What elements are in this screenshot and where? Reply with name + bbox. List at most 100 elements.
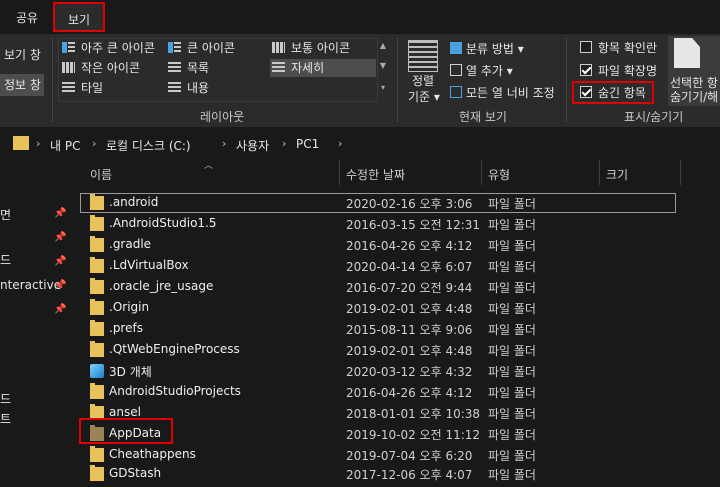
sort-by-label-1[interactable]: 정렬 <box>412 72 434 89</box>
column-separator[interactable] <box>339 160 340 185</box>
chevron-right-icon: › <box>36 137 41 150</box>
item-checkboxes-checkbox[interactable] <box>580 41 592 53</box>
address-folder-icon <box>13 136 29 150</box>
fit-columns-button[interactable]: 모든 열 너비 조정 <box>450 84 555 101</box>
file-extensions-label: 파일 확장명 <box>598 64 658 78</box>
file-row-ldvirtualbox[interactable]: .LdVirtualBox 2020-04-14 오후 6:07 파일 폴더 <box>80 256 678 277</box>
nav-item-interactive[interactable]: nteractive <box>0 278 61 292</box>
folder-icon <box>90 465 104 481</box>
gallery-scroll-up-icon[interactable]: ▲ <box>378 40 388 52</box>
pin-icon[interactable]: 📌 <box>54 280 66 291</box>
column-separator[interactable] <box>599 160 600 185</box>
tab-view[interactable]: 보기 <box>53 2 105 32</box>
nav-item-downloads[interactable]: 드 <box>0 251 11 268</box>
column-header-name[interactable]: 이름 <box>90 166 112 183</box>
medium-icons-icon <box>272 42 285 53</box>
folder-icon <box>90 299 104 315</box>
folder-icon <box>90 446 104 462</box>
folder-icon <box>90 341 104 357</box>
preview-pane-button[interactable]: 보기 창 <box>0 44 41 66</box>
nav-item-desktop[interactable]: 면 <box>0 206 11 223</box>
pin-icon[interactable]: 📌 <box>54 232 66 243</box>
ribbon-divider <box>566 38 567 122</box>
pin-icon[interactable]: 📌 <box>54 304 66 315</box>
item-checkboxes-label: 항목 확인란 <box>598 41 658 55</box>
layout-small-icons[interactable]: 작은 아이콘 <box>62 59 140 77</box>
nav-item-3[interactable]: 드 <box>0 390 11 407</box>
pin-icon[interactable]: 📌 <box>54 208 66 219</box>
breadcrumb-pc1[interactable]: PC1 <box>296 137 319 151</box>
hide-selected-icon <box>674 38 700 68</box>
gallery-scroll-down-icon[interactable]: ▼ <box>378 60 388 72</box>
file-row-cheathappens[interactable]: Cheathappens 2019-07-04 오후 6:20 파일 폴더 <box>80 445 678 466</box>
layout-details[interactable]: 자세히 <box>270 59 376 77</box>
pin-icon[interactable]: 📌 <box>54 256 66 267</box>
layout-tiles[interactable]: 타일 <box>62 79 103 97</box>
file-row-origin[interactable]: .Origin 2019-02-01 오후 4:48 파일 폴더 <box>80 298 678 319</box>
file-row-androidstudioprojects[interactable]: AndroidStudioProjects 2016-04-26 오후 4:12 파… <box>80 382 678 403</box>
ribbon-tab-bar: 공유 보기 <box>0 0 720 34</box>
file-row-oracle-jre[interactable]: .oracle_jre_usage 2016-07-20 오전 9:44 파일 폴더 <box>80 277 678 298</box>
layout-large-icons[interactable]: 큰 아이콘 <box>168 39 235 57</box>
ribbon-divider <box>397 38 398 122</box>
sort-by-icon <box>408 40 438 72</box>
file-row-gdstash[interactable]: GDStash 2017-12-06 오후 4:07 파일 폴더 <box>80 464 678 485</box>
extra-large-icons-icon <box>62 42 75 53</box>
folder-icon <box>90 215 104 231</box>
hidden-items-highlight <box>572 81 654 104</box>
appdata-highlight <box>79 418 173 444</box>
ribbon-divider <box>52 38 53 122</box>
small-icons-icon <box>62 62 75 73</box>
add-columns-button[interactable]: 열 추가 ▾ <box>450 62 513 79</box>
sort-ascending-icon: ︿ <box>204 161 214 171</box>
show-hide-group-label: 표시/숨기기 <box>624 110 684 124</box>
file-row-3d-objects[interactable]: 3D 개체 2020-03-12 오후 4:32 파일 폴더 <box>80 361 678 382</box>
breadcrumb-local-disk[interactable]: 로컬 디스크 (C:) <box>106 137 191 154</box>
folder-icon <box>90 257 104 273</box>
folder-icon <box>90 320 104 336</box>
large-icons-icon <box>168 42 181 53</box>
layout-medium-icons[interactable]: 보통 아이콘 <box>272 39 350 57</box>
nav-item-4[interactable]: 트 <box>0 410 11 427</box>
breadcrumb-users[interactable]: 사용자 <box>236 137 269 154</box>
file-row-qtwebengine[interactable]: .QtWebEngineProcess 2019-02-01 오후 4:48 파일 … <box>80 340 678 361</box>
chevron-right-icon: › <box>338 137 343 150</box>
folder-icon <box>90 383 104 399</box>
breadcrumb-this-pc[interactable]: 내 PC <box>50 137 80 154</box>
chevron-right-icon: › <box>282 137 287 150</box>
details-icon <box>272 62 285 73</box>
hide-selected-label-2: 숨기기/해 <box>670 90 719 104</box>
column-header-size[interactable]: 크기 <box>606 166 628 183</box>
fit-columns-icon <box>450 86 462 98</box>
tab-share[interactable]: 공유 <box>6 0 48 34</box>
layout-list[interactable]: 목록 <box>168 59 209 77</box>
list-icon <box>168 62 181 73</box>
3d-objects-icon <box>90 364 104 378</box>
file-row-androidstudio[interactable]: .AndroidStudio1.5 2016-03-15 오전 12:31 파일 폴… <box>80 214 678 235</box>
layout-group-label: 레이아웃 <box>200 110 245 124</box>
chevron-right-icon: › <box>92 137 97 150</box>
column-header-date[interactable]: 수정한 날짜 <box>346 166 405 183</box>
file-row-prefs[interactable]: .prefs 2015-08-11 오후 9:06 파일 폴더 <box>80 319 678 340</box>
folder-icon <box>90 236 104 252</box>
content-icon <box>168 82 181 93</box>
focused-row-outline <box>80 193 676 213</box>
gallery-expand-icon[interactable]: ▾ <box>378 82 388 94</box>
sort-by-button[interactable]: 기준 ▾ <box>408 88 440 105</box>
column-separator[interactable] <box>680 160 681 185</box>
details-pane-button[interactable]: 정보 창 <box>0 74 44 96</box>
group-by-button[interactable]: 분류 방법 ▾ <box>450 40 524 57</box>
column-header-type[interactable]: 유형 <box>488 166 510 183</box>
file-extensions-checkbox[interactable] <box>580 64 592 76</box>
add-columns-icon <box>450 64 462 76</box>
file-row-gradle[interactable]: .gradle 2016-04-26 오후 4:12 파일 폴더 <box>80 235 678 256</box>
column-separator[interactable] <box>481 160 482 185</box>
layout-extra-large-icons[interactable]: 아주 큰 아이콘 <box>62 39 155 57</box>
current-view-group-label: 현재 보기 <box>459 110 507 124</box>
tiles-icon <box>62 82 75 93</box>
chevron-right-icon: › <box>222 137 227 150</box>
group-by-icon <box>450 42 462 54</box>
folder-icon <box>90 278 104 294</box>
hide-selected-items-button[interactable]: 선택한 항 숨기기/해 <box>668 36 720 106</box>
layout-content[interactable]: 내용 <box>168 79 209 97</box>
